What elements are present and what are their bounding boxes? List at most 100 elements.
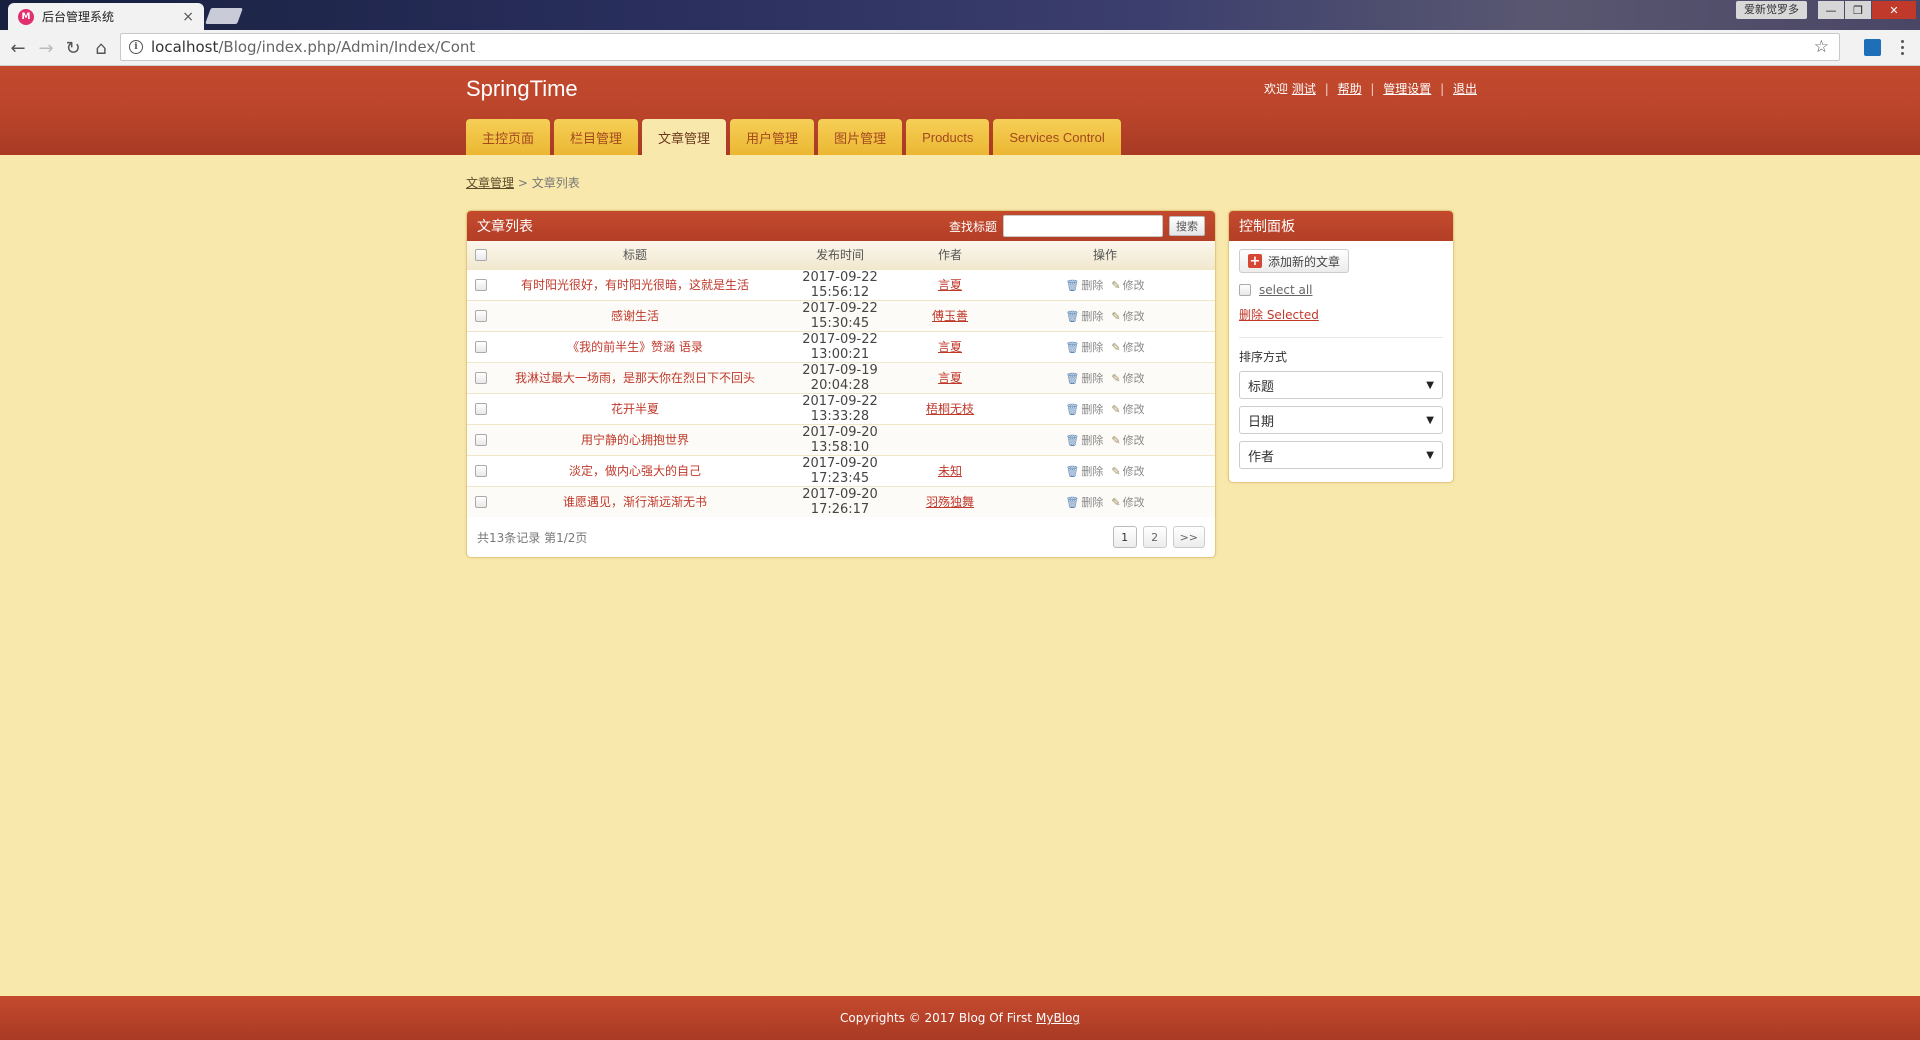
select-all-checkbox[interactable] [1239,284,1251,296]
delete-button[interactable]: 🗑 删除 [1065,279,1103,292]
username-link[interactable]: 测试 [1292,82,1316,96]
date-cell: 2017-09-19 20:04:28 [775,362,905,393]
settings-link[interactable]: 管理设置 [1383,82,1431,96]
edit-button[interactable]: ✎ 修改 [1111,341,1144,354]
browser-tab[interactable]: M 后台管理系统 × [8,3,204,30]
pencil-icon: ✎ [1111,340,1121,354]
tab-close-icon[interactable]: × [182,9,194,25]
home-icon[interactable]: ⌂ [89,36,113,60]
search-input[interactable] [1003,215,1163,237]
edit-button[interactable]: ✎ 修改 [1111,310,1144,323]
row-checkbox-cell [467,300,495,331]
tab-articles[interactable]: 文章管理 [642,119,727,155]
article-title-link[interactable]: 淡定，做内心强大的自己 [569,464,701,478]
delete-button[interactable]: 🗑 删除 [1065,341,1103,354]
edit-button[interactable]: ✎ 修改 [1111,434,1144,447]
edit-button[interactable]: ✎ 修改 [1111,496,1144,509]
row-checkbox[interactable] [475,403,487,415]
sort-select-date[interactable]: 日期 ▼ [1239,406,1443,434]
row-checkbox[interactable] [475,434,487,446]
article-title-link[interactable]: 花开半夏 [611,402,659,416]
sort-select-title[interactable]: 标题 ▼ [1239,371,1443,399]
new-tab-button[interactable] [205,8,243,24]
row-checkbox[interactable] [475,279,487,291]
publish-date: 2017-09-20 17:26:17 [802,486,878,517]
back-icon[interactable]: ← [6,36,30,60]
page-next-button[interactable]: >> [1172,526,1205,548]
help-link[interactable]: 帮助 [1338,82,1362,96]
delete-button[interactable]: 🗑 删除 [1065,434,1103,447]
trash-icon: 🗑 [1065,464,1080,478]
article-title-link[interactable]: 谁愿遇见，渐行渐远渐无书 [563,495,707,509]
restore-icon[interactable]: ❐ [1845,1,1871,19]
article-title-link[interactable]: 用宁静的心拥抱世界 [581,433,689,447]
tab-images[interactable]: 图片管理 [818,119,903,155]
tab-services-control[interactable]: Services Control [993,119,1121,155]
edit-button[interactable]: ✎ 修改 [1111,403,1144,416]
tab-columns[interactable]: 栏目管理 [554,119,639,155]
delete-button[interactable]: 🗑 删除 [1065,372,1103,385]
sort-select-author[interactable]: 作者 ▼ [1239,441,1443,469]
article-title-link[interactable]: 感谢生活 [611,309,659,323]
select-all-checkbox[interactable] [475,249,487,262]
article-title-link[interactable]: 我淋过最大一场雨，是那天你在烈日下不回头 [515,371,755,385]
delete-selected-link[interactable]: 删除 Selected [1239,306,1319,323]
row-checkbox[interactable] [475,496,487,509]
page-button-1[interactable]: 1 [1112,526,1137,548]
row-checkbox[interactable] [475,341,487,353]
title-cell: 我淋过最大一场雨，是那天你在烈日下不回头 [495,362,775,393]
author-link[interactable]: 未知 [938,464,962,478]
reload-icon[interactable]: ↻ [61,36,85,60]
select-all-link[interactable]: select all [1259,283,1313,297]
browser-toolbar: ← → ↻ ⌂ i localhost/Blog/index.php/Admin… [0,30,1920,66]
bookmark-star-icon[interactable]: ☆ [1814,37,1829,57]
tab-products[interactable]: Products [906,119,990,155]
date-cell: 2017-09-22 15:30:45 [775,300,905,331]
author-link[interactable]: 傅玉善 [932,309,968,323]
minimize-icon[interactable]: — [1818,1,1844,19]
address-bar[interactable]: i localhost/Blog/index.php/Admin/Index/C… [120,33,1840,61]
author-link[interactable]: 言夏 [938,278,962,292]
forward-icon[interactable]: → [34,36,58,60]
delete-button[interactable]: 🗑 删除 [1065,403,1103,416]
publish-date: 2017-09-22 13:00:21 [802,331,878,362]
site-info-icon[interactable]: i [129,40,143,54]
trash-icon: 🗑 [1065,371,1080,385]
date-cell: 2017-09-22 13:33:28 [775,393,905,424]
list-panel-title: 文章列表 [477,219,533,235]
logout-link[interactable]: 退出 [1453,82,1477,96]
edit-button[interactable]: ✎ 修改 [1111,465,1144,478]
date-cell: 2017-09-20 17:23:45 [775,455,905,486]
edit-button[interactable]: ✎ 修改 [1111,372,1144,385]
delete-button[interactable]: 🗑 删除 [1065,465,1103,478]
add-article-label: 添加新的文章 [1268,254,1341,269]
author-link[interactable]: 言夏 [938,340,962,354]
delete-button[interactable]: 🗑 删除 [1065,496,1103,509]
row-checkbox[interactable] [475,372,487,384]
page-button-2[interactable]: 2 [1142,526,1167,548]
edit-button[interactable]: ✎ 修改 [1111,279,1144,292]
footer-link[interactable]: MyBlog [1036,1011,1080,1025]
dropdown-arrow-icon: ▼ [1426,379,1434,391]
tab-dashboard[interactable]: 主控页面 [466,119,551,155]
row-checkbox[interactable] [475,465,487,477]
author-link[interactable]: 梧桐无枝 [926,402,974,416]
author-link[interactable]: 言夏 [938,371,962,385]
extension-icon[interactable] [1864,39,1881,56]
article-title-link[interactable]: 《我的前半生》赞涵 语录 [567,340,703,354]
window-user-badge[interactable]: 爱新觉罗多 [1736,1,1807,19]
row-checkbox[interactable] [475,310,487,322]
window-close-icon[interactable]: ✕ [1872,1,1916,19]
sort-select-value: 作者 [1248,449,1275,465]
actions-cell: 🗑 删除 ✎ 修改 [995,300,1215,331]
actions-cell: 🗑 删除 ✎ 修改 [995,331,1215,362]
article-title-link[interactable]: 有时阳光很好，有时阳光很暗，这就是生活 [521,278,749,292]
search-button[interactable]: 搜索 [1169,216,1205,236]
delete-button[interactable]: 🗑 删除 [1065,310,1103,323]
tab-users[interactable]: 用户管理 [730,119,815,155]
browser-menu-icon[interactable] [1896,38,1908,56]
breadcrumb-parent-link[interactable]: 文章管理 [466,176,514,190]
add-article-button[interactable]: + 添加新的文章 [1239,249,1350,273]
author-link[interactable]: 羽殇独舞 [926,495,974,509]
site-brand[interactable]: SpringTime [466,76,578,102]
